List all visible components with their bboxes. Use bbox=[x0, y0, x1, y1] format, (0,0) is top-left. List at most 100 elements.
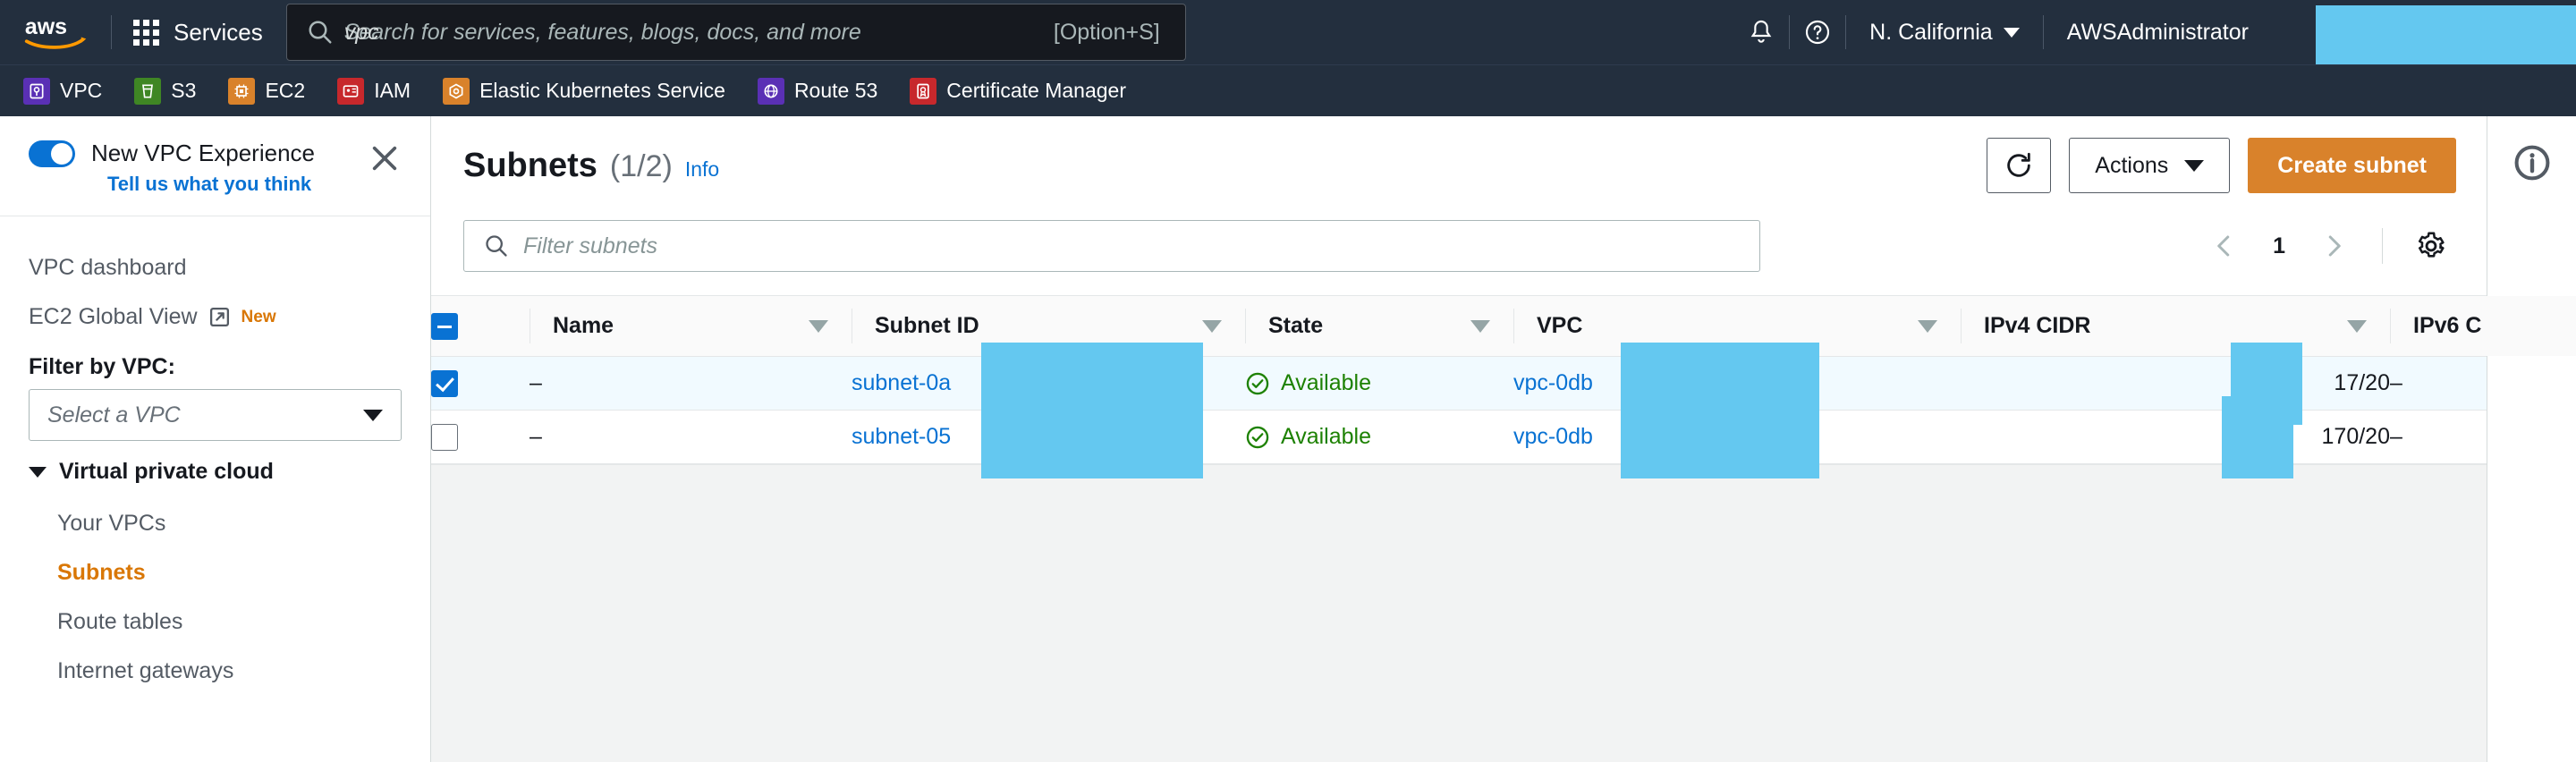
new-vpc-experience-banner: New VPC Experience Tell us what you thin… bbox=[0, 116, 430, 216]
sidebar-item-internet-gateways[interactable]: Internet gateways bbox=[0, 647, 430, 696]
column-divider bbox=[1961, 309, 1962, 343]
svg-text:aws: aws bbox=[25, 14, 67, 39]
check-circle-icon bbox=[1246, 372, 1269, 394]
sidebar-group-label: Virtual private cloud bbox=[59, 459, 274, 484]
ipv4-cidr-prefix: 17 bbox=[2321, 424, 2347, 449]
status-badge: Available bbox=[1245, 370, 1513, 396]
vpc-link[interactable]: vpc-0db bbox=[1513, 424, 1593, 449]
vpc-icon bbox=[23, 77, 50, 105]
service-bookmark-label: Certificate Manager bbox=[946, 79, 1126, 102]
vpc-redaction-box bbox=[1621, 396, 1819, 478]
sidebar-item-label: EC2 Global View bbox=[29, 304, 198, 329]
service-bookmark-eks[interactable]: Elastic Kubernetes Service bbox=[443, 77, 745, 105]
service-bookmark-certificate-manager[interactable]: Certificate Manager bbox=[910, 77, 1146, 105]
cell-ipv4-cidr: 17/20 bbox=[1961, 343, 2390, 425]
service-bookmark-ec2[interactable]: EC2 bbox=[228, 77, 325, 105]
table-preferences-button[interactable] bbox=[2406, 221, 2456, 271]
service-bookmark-label: EC2 bbox=[265, 79, 306, 102]
select-all-checkbox[interactable] bbox=[431, 312, 458, 340]
region-label: N. California bbox=[1869, 19, 1993, 45]
sort-icon[interactable] bbox=[1918, 319, 1937, 333]
filter-subnets-input[interactable]: Filter subnets bbox=[463, 220, 1760, 272]
create-subnet-button[interactable]: Create subnet bbox=[2248, 138, 2456, 193]
table-row[interactable]: – subnet-05 Available vpc-0db 170/20 – bbox=[431, 396, 2576, 478]
sort-icon[interactable] bbox=[2347, 319, 2367, 333]
subnets-table: Name Subnet ID State VPC IPv4 CIDR IPv6 … bbox=[431, 295, 2576, 478]
sidebar-group-virtual-private-cloud[interactable]: Virtual private cloud bbox=[0, 441, 430, 499]
vpc-filter-select[interactable]: Select a VPC bbox=[29, 389, 402, 441]
column-header-label: VPC bbox=[1537, 313, 1583, 338]
search-icon bbox=[309, 21, 332, 44]
waffle-grid-icon bbox=[133, 19, 159, 46]
refresh-button[interactable] bbox=[1987, 138, 2052, 193]
notifications-button[interactable] bbox=[1733, 0, 1789, 64]
pagination: 1 bbox=[2199, 221, 2456, 271]
search-text-stack: Search for services, features, blogs, do… bbox=[344, 17, 1054, 47]
sidebar-item-label: Subnets bbox=[57, 560, 146, 585]
account-menu[interactable]: AWSAdministrator bbox=[2044, 0, 2576, 64]
column-select-all bbox=[431, 295, 530, 357]
service-bookmark-s3[interactable]: S3 bbox=[134, 77, 216, 105]
sidebar-item-ec2-global-view[interactable]: EC2 Global View New bbox=[0, 292, 430, 342]
sidebar-item-vpc-dashboard[interactable]: VPC dashboard bbox=[0, 243, 430, 292]
subnet-id-link[interactable]: subnet-0a bbox=[852, 370, 951, 395]
sidebar-item-route-tables[interactable]: Route tables bbox=[0, 597, 430, 647]
external-link-icon bbox=[209, 307, 229, 327]
subnets-table-card: Filter subnets 1 Name Subnet ID State VP… bbox=[431, 213, 2576, 762]
service-bookmark-route53[interactable]: Route 53 bbox=[757, 77, 897, 105]
services-menu-button[interactable]: Services bbox=[133, 19, 263, 47]
create-subnet-label: Create subnet bbox=[2277, 152, 2427, 178]
column-header-label: State bbox=[1268, 313, 1324, 338]
page-header: Subnets (1/2) Info Actions Create subnet bbox=[431, 116, 2487, 213]
info-link[interactable]: Info bbox=[685, 157, 719, 182]
new-vpc-experience-title: New VPC Experience bbox=[91, 140, 315, 166]
filter-placeholder: Filter subnets bbox=[523, 233, 658, 258]
sort-icon[interactable] bbox=[809, 319, 828, 333]
row-checkbox[interactable] bbox=[431, 423, 458, 451]
sidebar-item-your-vpcs[interactable]: Your VPCs bbox=[0, 499, 430, 548]
pagination-page-1[interactable]: 1 bbox=[2257, 233, 2301, 259]
chevron-down-icon bbox=[2184, 159, 2205, 172]
global-search-box[interactable]: Search for services, features, blogs, do… bbox=[285, 4, 1186, 61]
table-empty-area bbox=[431, 464, 2487, 762]
table-filter-row: Filter subnets 1 bbox=[431, 213, 2487, 295]
close-icon[interactable] bbox=[369, 143, 400, 174]
sidebar-item-subnets[interactable]: Subnets bbox=[0, 548, 430, 597]
search-placeholder-text: Search for services, features, blogs, do… bbox=[343, 20, 861, 45]
pagination-prev-button[interactable] bbox=[2199, 221, 2250, 271]
chevron-down-icon bbox=[363, 409, 383, 421]
sidebar-item-label: Route tables bbox=[57, 609, 183, 634]
service-bookmark-label: S3 bbox=[171, 79, 197, 102]
cell-ipv4-cidr: 170/20 bbox=[1961, 396, 2390, 478]
row-select-cell bbox=[431, 356, 530, 411]
new-vpc-experience-toggle[interactable] bbox=[29, 140, 75, 167]
tell-us-what-you-think-link[interactable]: Tell us what you think bbox=[107, 173, 407, 196]
gear-icon bbox=[2418, 232, 2445, 258]
services-label: Services bbox=[174, 18, 263, 46]
row-checkbox[interactable] bbox=[431, 369, 458, 397]
service-bookmark-label: Elastic Kubernetes Service bbox=[479, 79, 725, 102]
iam-icon bbox=[337, 77, 365, 105]
nav-right-cluster: N. California AWSAdministrator bbox=[1733, 0, 2576, 64]
refresh-icon bbox=[2007, 152, 2031, 177]
actions-button[interactable]: Actions bbox=[2069, 138, 2231, 193]
pagination-next-button[interactable] bbox=[2309, 221, 2359, 271]
region-selector[interactable]: N. California bbox=[1846, 0, 2043, 64]
help-button[interactable] bbox=[1790, 0, 1845, 64]
subnet-id-link[interactable]: subnet-05 bbox=[852, 424, 951, 449]
cell-state: Available bbox=[1245, 410, 1513, 464]
column-name: Name bbox=[530, 295, 852, 357]
cell-name: – bbox=[530, 356, 852, 411]
sort-icon[interactable] bbox=[1470, 319, 1490, 333]
info-circle-icon[interactable] bbox=[2512, 143, 2552, 182]
service-bookmark-vpc[interactable]: VPC bbox=[23, 77, 122, 105]
sidebar-new-badge: New bbox=[241, 307, 276, 326]
page-title: Subnets bbox=[463, 146, 597, 184]
search-icon bbox=[486, 235, 507, 257]
aws-logo[interactable]: aws bbox=[23, 12, 89, 53]
vpc-link[interactable]: vpc-0db bbox=[1513, 370, 1593, 395]
cell-name: – bbox=[530, 410, 852, 464]
service-bookmark-label: IAM bbox=[374, 79, 411, 102]
service-bookmark-iam[interactable]: IAM bbox=[337, 77, 430, 105]
sort-icon[interactable] bbox=[1202, 319, 1222, 333]
